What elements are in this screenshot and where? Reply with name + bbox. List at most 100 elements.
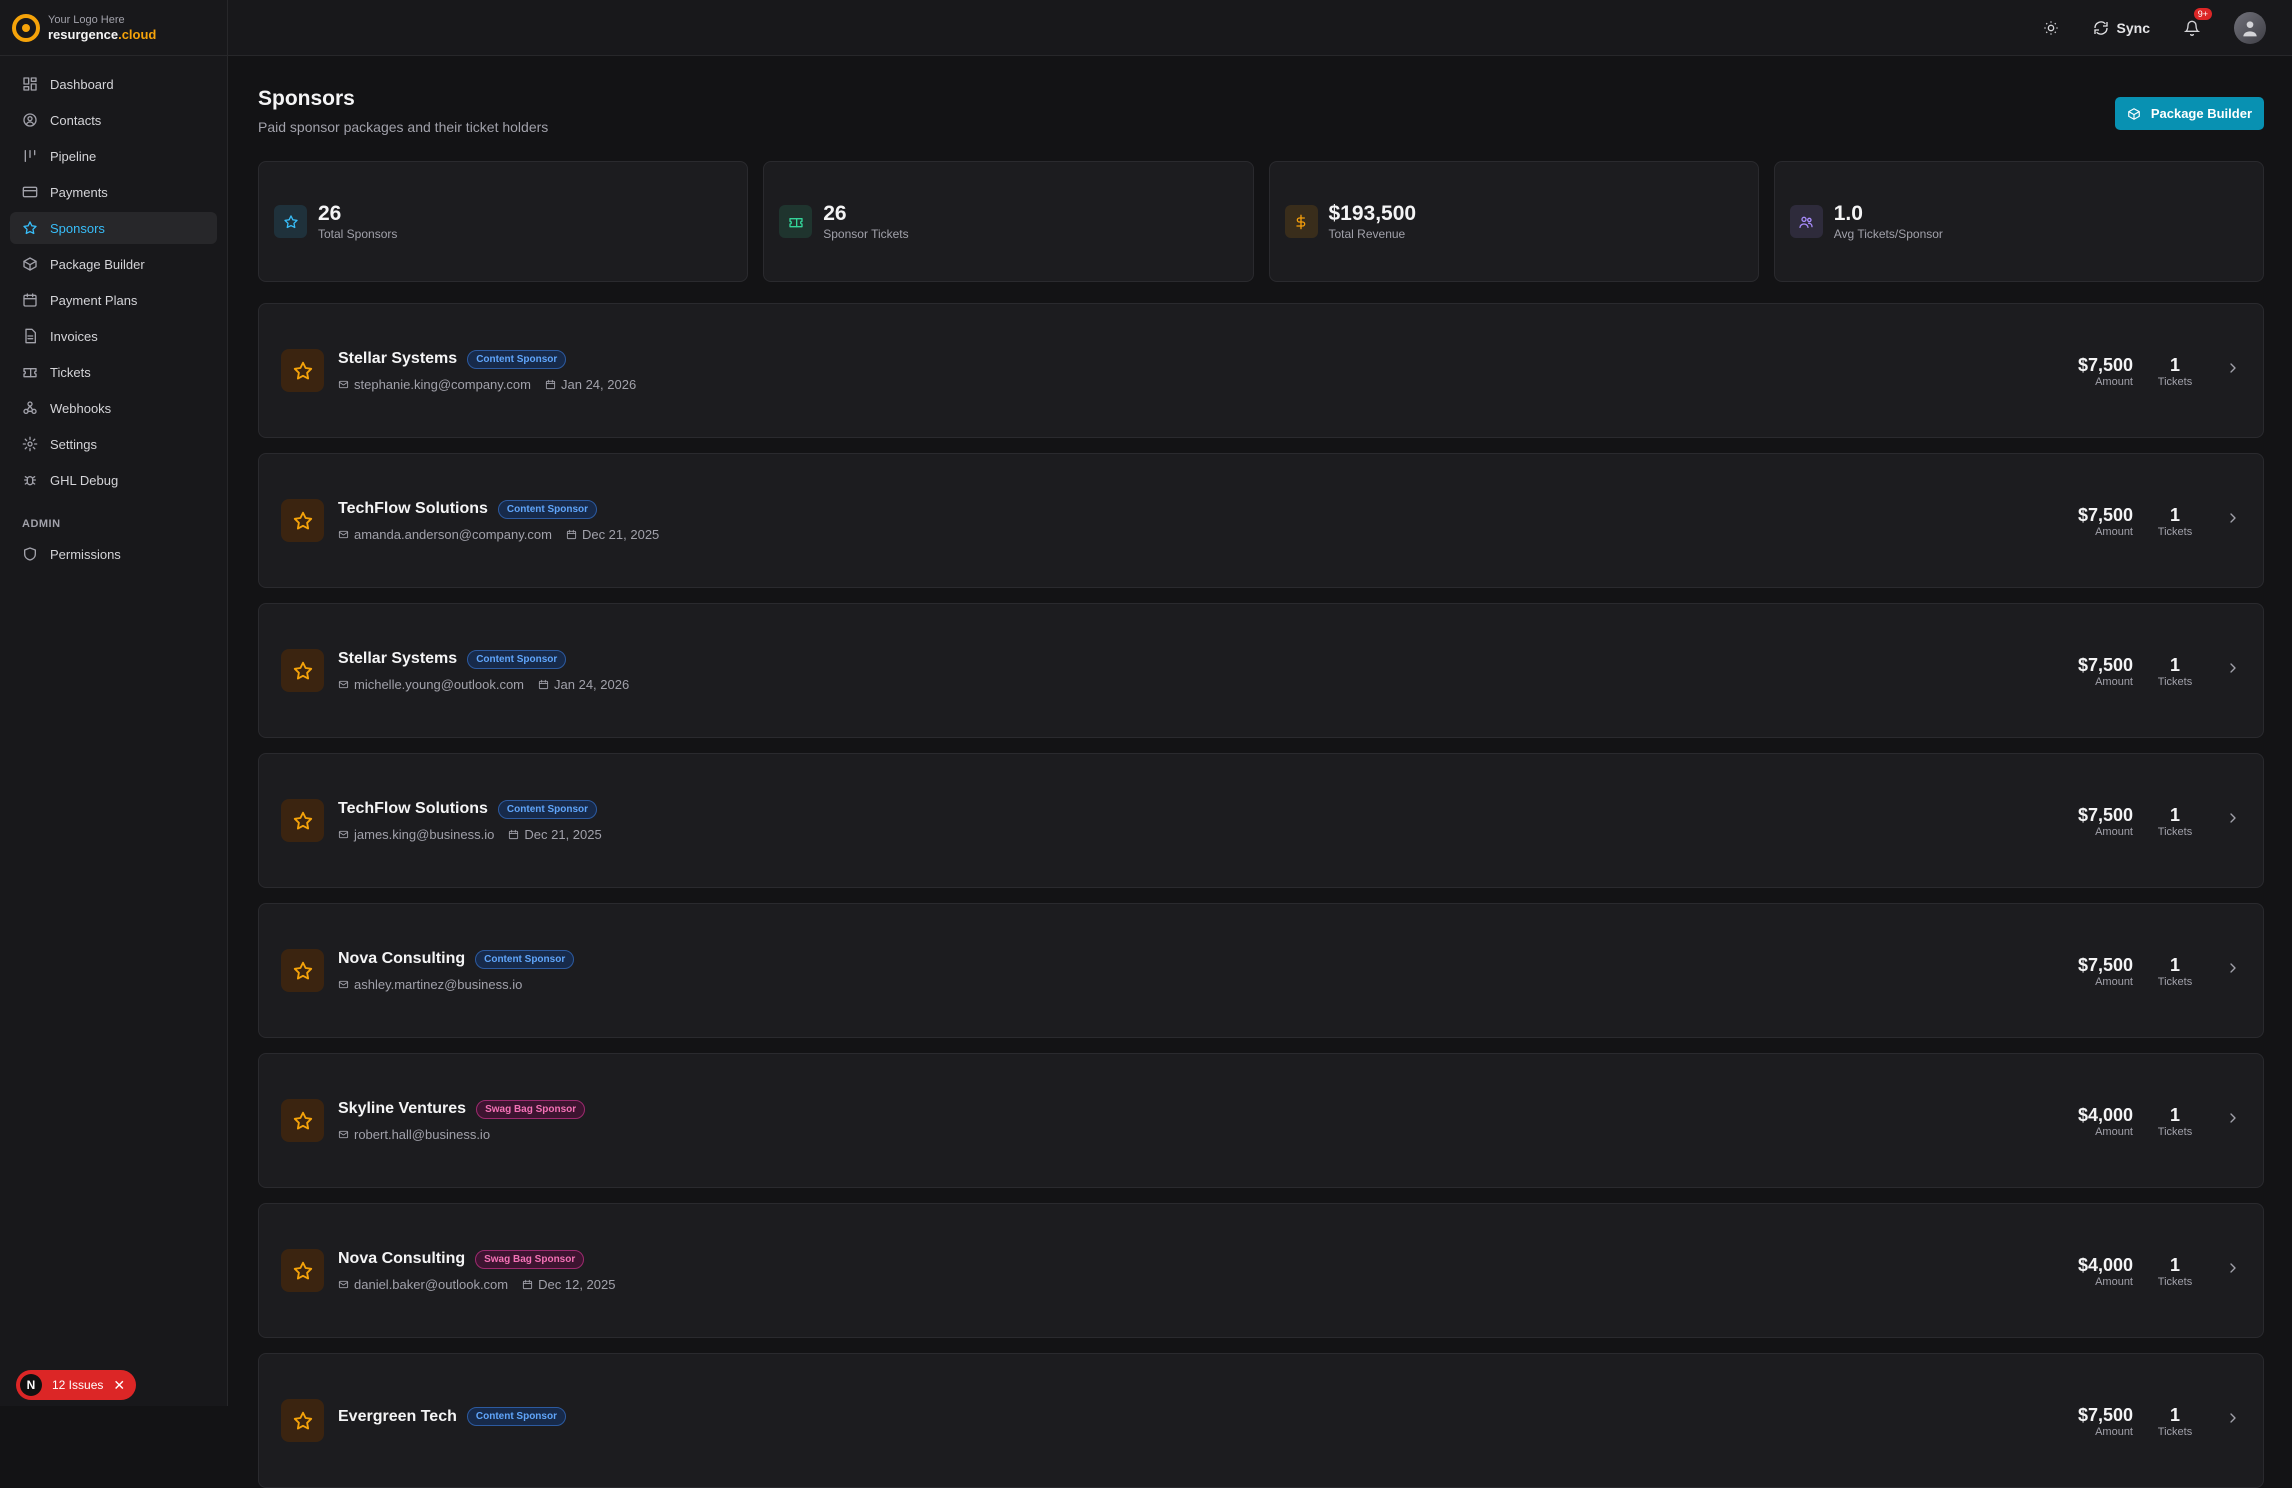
sponsor-email: amanda.anderson@company.com bbox=[338, 527, 552, 542]
sponsor-row[interactable]: Stellar SystemsContent Sponsormichelle.y… bbox=[258, 603, 2264, 738]
pipeline-icon bbox=[22, 148, 38, 164]
sidebar-item-permissions[interactable]: Permissions bbox=[10, 538, 217, 570]
sidebar-item-contacts[interactable]: Contacts bbox=[10, 104, 217, 136]
sponsor-row[interactable]: Skyline VenturesSwag Bag Sponsorrobert.h… bbox=[258, 1053, 2264, 1188]
sponsor-tickets: 1Tickets bbox=[2155, 1404, 2195, 1438]
sponsor-list: Stellar SystemsContent Sponsorstephanie.… bbox=[258, 303, 2264, 1488]
sidebar-item-sponsors[interactable]: Sponsors bbox=[10, 212, 217, 244]
sidebar-item-invoices[interactable]: Invoices bbox=[10, 320, 217, 352]
sidebar-item-tickets[interactable]: Tickets bbox=[10, 356, 217, 388]
sponsor-name: Stellar Systems bbox=[338, 650, 457, 668]
mail-icon bbox=[338, 1129, 349, 1140]
sidebar-item-pipeline[interactable]: Pipeline bbox=[10, 140, 217, 172]
stat-value: $193,500 bbox=[1329, 202, 1417, 226]
contacts-icon bbox=[22, 112, 38, 128]
stat-value: 26 bbox=[318, 202, 397, 226]
close-icon[interactable]: ✕ bbox=[113, 1377, 125, 1394]
sidebar-item-label: Tickets bbox=[50, 365, 91, 380]
sidebar-item-package-builder[interactable]: Package Builder bbox=[10, 248, 217, 280]
shield-icon bbox=[22, 546, 38, 562]
sponsor-date: Jan 24, 2026 bbox=[545, 377, 636, 392]
sidebar: Your Logo Here resurgence.cloud Dashboar… bbox=[0, 0, 228, 1406]
chevron-right-icon[interactable] bbox=[2225, 960, 2241, 981]
sidebar-nav: Dashboard Contacts Pipeline Payments Sponsor… bbox=[0, 56, 227, 570]
sidebar-item-label: Payment Plans bbox=[50, 293, 137, 308]
page-title: Sponsors bbox=[258, 87, 355, 111]
package-icon bbox=[2127, 107, 2141, 121]
chevron-right-icon[interactable] bbox=[2225, 1410, 2241, 1431]
sidebar-item-label: Package Builder bbox=[50, 257, 145, 272]
sync-button[interactable]: Sync bbox=[2093, 20, 2150, 36]
sponsor-tag: Content Sponsor bbox=[498, 800, 597, 819]
star-icon bbox=[22, 220, 38, 236]
refresh-icon bbox=[2093, 20, 2109, 36]
package-icon bbox=[22, 256, 38, 272]
sponsor-row[interactable]: Nova ConsultingContent Sponsorashley.mar… bbox=[258, 903, 2264, 1038]
sponsor-row[interactable]: TechFlow SolutionsContent Sponsorjames.k… bbox=[258, 753, 2264, 888]
sponsor-date: Dec 21, 2025 bbox=[566, 527, 659, 542]
star-icon bbox=[281, 799, 324, 842]
user-avatar[interactable] bbox=[2234, 12, 2266, 44]
chevron-right-icon[interactable] bbox=[2225, 660, 2241, 681]
sidebar-item-label: Webhooks bbox=[50, 401, 111, 416]
mail-icon bbox=[338, 979, 349, 990]
sponsor-name: Nova Consulting bbox=[338, 1250, 465, 1268]
sidebar-item-label: Permissions bbox=[50, 547, 121, 562]
users-icon bbox=[1790, 205, 1823, 238]
sponsor-tickets: 1Tickets bbox=[2155, 804, 2195, 838]
calendar-icon bbox=[508, 829, 519, 840]
sponsor-amount: $7,500Amount bbox=[2078, 504, 2133, 538]
brand[interactable]: Your Logo Here resurgence.cloud bbox=[0, 0, 227, 56]
star-icon bbox=[281, 949, 324, 992]
package-builder-button[interactable]: Package Builder bbox=[2115, 97, 2264, 130]
chevron-right-icon[interactable] bbox=[2225, 510, 2241, 531]
sponsor-row[interactable]: TechFlow SolutionsContent Sponsoramanda.… bbox=[258, 453, 2264, 588]
star-icon bbox=[281, 649, 324, 692]
sponsor-amount: $4,000Amount bbox=[2078, 1254, 2133, 1288]
sponsor-row[interactable]: Stellar SystemsContent Sponsorstephanie.… bbox=[258, 303, 2264, 438]
calendar-icon bbox=[545, 379, 556, 390]
chevron-right-icon[interactable] bbox=[2225, 360, 2241, 381]
chevron-right-icon[interactable] bbox=[2225, 1110, 2241, 1131]
sponsor-name: Evergreen Tech bbox=[338, 1408, 457, 1426]
dollar-icon bbox=[1285, 205, 1318, 238]
sidebar-item-ghl-debug[interactable]: GHL Debug bbox=[10, 464, 217, 496]
sponsor-date: Jan 24, 2026 bbox=[538, 677, 629, 692]
issues-indicator[interactable]: N 12 Issues ✕ bbox=[16, 1370, 136, 1400]
sponsor-tickets: 1Tickets bbox=[2155, 654, 2195, 688]
calendar-icon bbox=[22, 292, 38, 308]
sponsor-email: ashley.martinez@business.io bbox=[338, 977, 522, 992]
sidebar-item-webhooks[interactable]: Webhooks bbox=[10, 392, 217, 424]
calendar-icon bbox=[566, 529, 577, 540]
logo-icon bbox=[12, 14, 40, 42]
issues-avatar: N bbox=[20, 1374, 42, 1396]
bug-icon bbox=[22, 472, 38, 488]
star-icon bbox=[281, 1249, 324, 1292]
sidebar-item-payments[interactable]: Payments bbox=[10, 176, 217, 208]
sidebar-item-dashboard[interactable]: Dashboard bbox=[10, 68, 217, 100]
sponsor-email: daniel.baker@outlook.com bbox=[338, 1277, 508, 1292]
chevron-right-icon[interactable] bbox=[2225, 810, 2241, 831]
chevron-right-icon[interactable] bbox=[2225, 1260, 2241, 1281]
ticket-icon bbox=[22, 364, 38, 380]
sponsor-row[interactable]: Nova ConsultingSwag Bag Sponsordaniel.ba… bbox=[258, 1203, 2264, 1338]
sponsor-tag: Content Sponsor bbox=[467, 650, 566, 669]
stats-row: 26Total Sponsors26Sponsor Tickets$193,50… bbox=[258, 161, 2264, 282]
sidebar-item-label: Contacts bbox=[50, 113, 101, 128]
sponsor-tickets: 1Tickets bbox=[2155, 354, 2195, 388]
theme-toggle-sun-icon[interactable] bbox=[2035, 12, 2067, 44]
main-content: Sponsors Paid sponsor packages and their… bbox=[228, 57, 2292, 1406]
star-icon bbox=[281, 1399, 324, 1442]
stat-value: 26 bbox=[823, 202, 908, 226]
sponsor-row[interactable]: Evergreen TechContent Sponsor$7,500Amoun… bbox=[258, 1353, 2264, 1488]
sponsor-date: Dec 21, 2025 bbox=[508, 827, 601, 842]
sponsor-tickets: 1Tickets bbox=[2155, 954, 2195, 988]
ticket-icon bbox=[779, 205, 812, 238]
sidebar-item-payment-plans[interactable]: Payment Plans bbox=[10, 284, 217, 316]
notifications-bell-icon[interactable]: 9+ bbox=[2176, 12, 2208, 44]
sidebar-item-settings[interactable]: Settings bbox=[10, 428, 217, 460]
sidebar-item-label: Sponsors bbox=[50, 221, 105, 236]
sync-label: Sync bbox=[2117, 20, 2150, 36]
mail-icon bbox=[338, 1279, 349, 1290]
sponsor-amount: $7,500Amount bbox=[2078, 354, 2133, 388]
